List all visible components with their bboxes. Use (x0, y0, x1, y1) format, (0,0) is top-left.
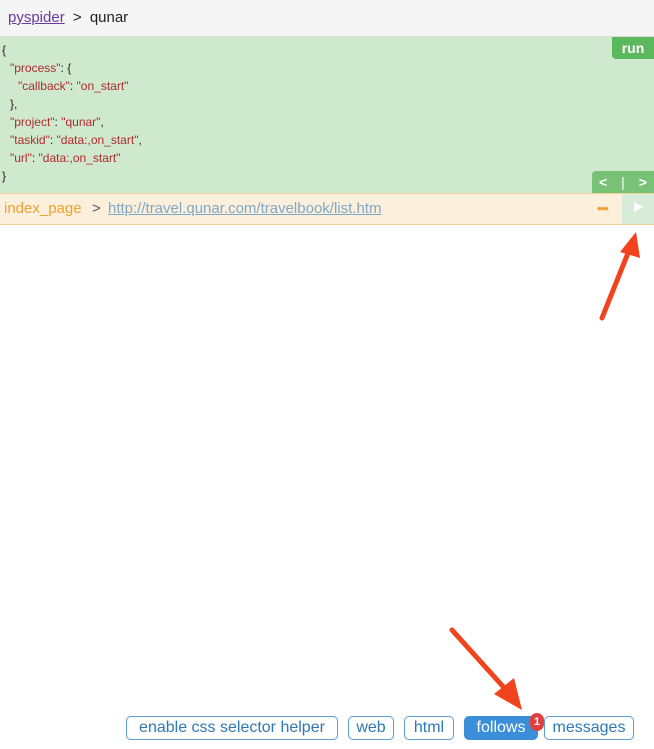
nav-divider: | (621, 174, 625, 190)
task-json-line: "url": "data:,on_start" (2, 149, 142, 167)
task-json-key: "project" (10, 115, 55, 129)
task-json-line: "callback": "on_start" (2, 77, 142, 95)
tab-follows[interactable]: follows 1 (464, 713, 544, 740)
task-json-mid: : (69, 79, 77, 93)
play-button[interactable] (622, 194, 654, 224)
task-url-link[interactable]: http://travel.qunar.com/travelbook/list.… (108, 194, 381, 224)
task-json-mid: : (49, 133, 57, 147)
next-button[interactable]: > (639, 174, 647, 190)
tab-follows-label: follows (476, 719, 526, 736)
play-icon (634, 202, 643, 212)
task-json-rest: : { (60, 61, 72, 75)
breadcrumb: pyspider > qunar (8, 0, 128, 36)
task-json: {"process": {"callback": "on_start"}, "pr… (2, 41, 142, 185)
history-nav: < | > (592, 171, 654, 193)
task-json-line: "taskid": "data:,on_start", (2, 131, 142, 149)
tab-html[interactable]: html (404, 716, 454, 740)
task-json-line: "project": "qunar", (2, 113, 142, 131)
tab-web[interactable]: web (348, 716, 394, 740)
annotation-arrow-bottom (449, 627, 522, 710)
follows-count-badge: 1 (530, 713, 544, 731)
prev-button[interactable]: < (599, 174, 607, 190)
task-json-mid: : (31, 151, 39, 165)
run-button[interactable]: run (612, 37, 654, 59)
task-json-line: "process": { (2, 59, 142, 77)
task-json-tail: , (138, 133, 142, 147)
task-json-tail: , (100, 115, 104, 129)
task-json-key: "taskid" (10, 133, 50, 147)
task-json-text: } (2, 169, 7, 183)
breadcrumb-separator: > (72, 9, 82, 26)
task-json-val: "qunar" (61, 115, 101, 129)
task-json-text: { (2, 43, 7, 57)
task-json-val: "data:,on_start" (38, 151, 121, 165)
task-json-key: "url" (10, 151, 32, 165)
tab-css-selector-helper[interactable]: enable css selector helper (126, 716, 338, 740)
task-json-val: "data:,on_start" (56, 133, 139, 147)
project-name: qunar (89, 9, 129, 26)
more-options-button[interactable]: ••• (597, 194, 609, 224)
task-json-line: }, (2, 95, 142, 113)
task-panel: {"process": {"callback": "on_start"}, "pr… (0, 37, 654, 193)
task-json-key: "process" (10, 61, 61, 75)
task-json-key: "callback" (18, 79, 70, 93)
header-bar: pyspider > qunar (0, 0, 654, 37)
task-json-line: { (2, 41, 142, 59)
callback-name: index_page (4, 200, 82, 217)
task-json-line: } (2, 167, 142, 185)
breadcrumb-pyspider-link[interactable]: pyspider (8, 9, 65, 26)
url-separator: > (92, 200, 101, 217)
task-json-text: }, (10, 97, 18, 111)
task-json-val: "on_start" (76, 79, 129, 93)
url-bar: index_page > http://travel.qunar.com/tra… (0, 193, 654, 225)
tab-messages[interactable]: messages (544, 716, 634, 740)
annotation-arrow-top (599, 232, 640, 321)
